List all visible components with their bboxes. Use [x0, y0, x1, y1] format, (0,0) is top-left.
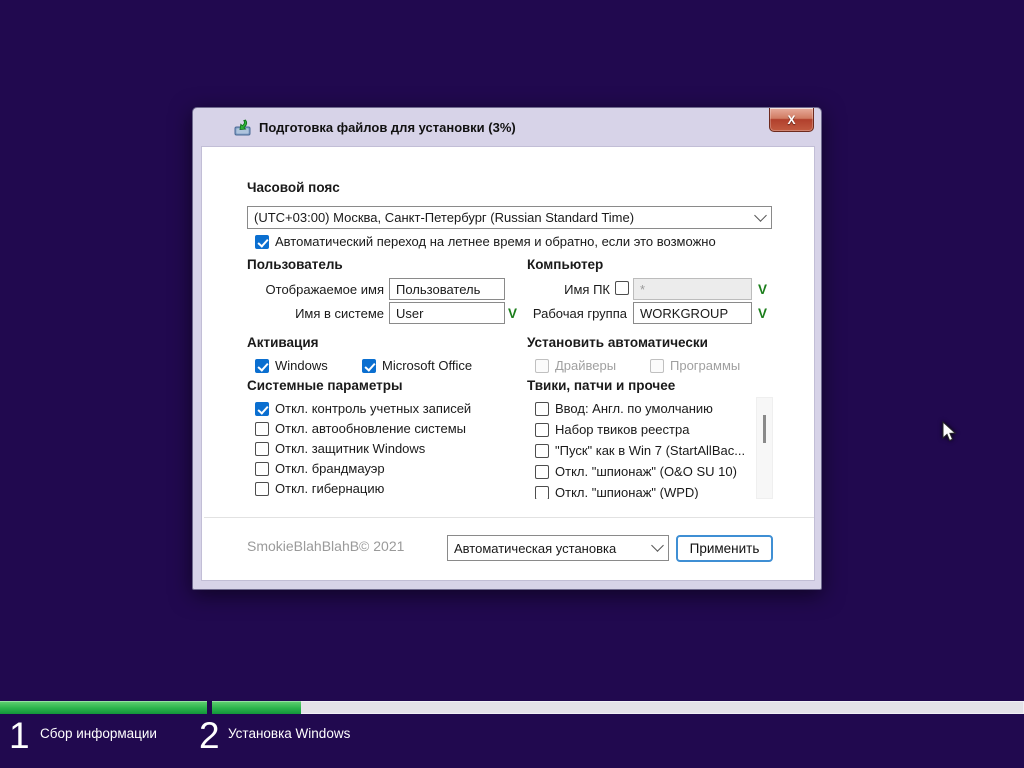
workgroup-valid-mark: V [758, 306, 767, 321]
pc-name-checkbox[interactable] [615, 281, 629, 295]
timezone-header: Часовой пояс [247, 180, 340, 195]
workgroup-label: Рабочая группа [502, 306, 627, 321]
tweak-oosu-row[interactable]: Откл. "шпионаж" (O&O SU 10) [535, 464, 737, 479]
auto-install-programs-row: Программы [650, 358, 740, 373]
footer-divider [204, 517, 814, 518]
sysparam-uac-checkbox[interactable] [255, 402, 269, 416]
step2-progress-track [212, 701, 1024, 714]
dialog-title: Подготовка файлов для установки (3%) [259, 120, 516, 135]
computer-header: Компьютер [527, 257, 603, 272]
auto-install-drivers-row: Драйверы [535, 358, 616, 373]
step2-progress-fill [212, 701, 301, 714]
pc-name-label: Имя ПК [502, 282, 610, 297]
user-header: Пользователь [247, 257, 343, 272]
install-arrow-icon [234, 119, 251, 136]
timezone-selected-value: (UTC+03:00) Москва, Санкт-Петербург (Rus… [254, 210, 634, 225]
tweak-startmenu-row[interactable]: "Пуск" как в Win 7 (StartAllBac... [535, 443, 745, 458]
tweaks-scrollbar[interactable] [756, 397, 773, 499]
tweak-input-lang-row[interactable]: Ввод: Англ. по умолчанию [535, 401, 713, 416]
tweaks-header: Твики, патчи и прочее [527, 378, 675, 393]
dst-label: Автоматический переход на летнее время и… [275, 234, 716, 249]
programs-checkbox [650, 359, 664, 373]
step1-label: Сбор информации [40, 726, 157, 741]
tweak-oosu-checkbox[interactable] [535, 465, 549, 479]
chevron-down-icon [651, 539, 664, 552]
tweak-input-lang-checkbox[interactable] [535, 402, 549, 416]
sysparam-update-checkbox[interactable] [255, 422, 269, 436]
dst-checkbox-row[interactable]: Автоматический переход на летнее время и… [255, 234, 716, 249]
mouse-cursor [941, 421, 959, 443]
tweak-registry-row[interactable]: Набор твиков реестра [535, 422, 689, 437]
display-name-input[interactable]: Пользователь [389, 278, 505, 300]
desktop: { "dialog": { "title": "Подготовка файло… [0, 0, 1024, 768]
activation-office-checkbox[interactable] [362, 359, 376, 373]
step2-number: 2 [199, 714, 220, 758]
display-name-label: Отображаемое имя [247, 282, 384, 297]
dialog-content: Часовой пояс (UTC+03:00) Москва, Санкт-П… [201, 146, 815, 581]
close-button[interactable]: X [769, 108, 814, 132]
tweak-startmenu-checkbox[interactable] [535, 444, 549, 458]
workgroup-input[interactable]: WORKGROUP [633, 302, 752, 324]
sysparam-defender-row[interactable]: Откл. защитник Windows [255, 441, 425, 456]
step1-progress-fill [0, 701, 207, 714]
close-icon: X [787, 113, 795, 127]
activation-header: Активация [247, 335, 319, 350]
step1-number: 1 [9, 714, 30, 758]
system-name-label: Имя в системе [247, 306, 384, 321]
step1-progress-bar [0, 701, 207, 714]
sysparam-defender-checkbox[interactable] [255, 442, 269, 456]
chevron-down-icon [754, 209, 767, 222]
copyright-text: SmokieBlahBlahB© 2021 [247, 533, 404, 559]
tweak-wpd-checkbox[interactable] [535, 486, 549, 500]
tweak-registry-checkbox[interactable] [535, 423, 549, 437]
drivers-checkbox [535, 359, 549, 373]
sysparam-uac-row[interactable]: Откл. контроль учетных записей [255, 401, 471, 416]
timezone-select[interactable]: (UTC+03:00) Москва, Санкт-Петербург (Rus… [247, 206, 772, 229]
system-params-header: Системные параметры [247, 378, 403, 393]
dst-checkbox[interactable] [255, 235, 269, 249]
sysparam-firewall-checkbox[interactable] [255, 462, 269, 476]
tweaks-scrollbar-thumb[interactable] [763, 415, 766, 443]
apply-button[interactable]: Применить [676, 535, 773, 562]
tweaks-list: Ввод: Англ. по умолчанию Набор твиков ре… [527, 399, 749, 499]
system-name-input[interactable]: User [389, 302, 505, 324]
dialog-titlebar[interactable]: Подготовка файлов для установки (3%) X [193, 108, 821, 146]
sysparam-firewall-row[interactable]: Откл. брандмауэр [255, 461, 385, 476]
activation-windows-row[interactable]: Windows [255, 358, 328, 373]
sysparam-update-row[interactable]: Откл. автообновление системы [255, 421, 466, 436]
auto-install-header: Установить автоматически [527, 335, 708, 350]
pc-name-valid-mark: V [758, 282, 767, 297]
install-mode-selected-value: Автоматическая установка [454, 541, 616, 556]
activation-windows-checkbox[interactable] [255, 359, 269, 373]
activation-office-row[interactable]: Microsoft Office [362, 358, 472, 373]
sysparam-hibernate-row[interactable]: Откл. гибернацию [255, 481, 384, 496]
step2-label: Установка Windows [228, 726, 350, 741]
sysparam-hibernate-checkbox[interactable] [255, 482, 269, 496]
install-mode-select[interactable]: Автоматическая установка [447, 535, 669, 561]
installer-dialog: Подготовка файлов для установки (3%) X Ч… [192, 107, 822, 590]
step2-progress-bar [212, 701, 1024, 714]
tweak-wpd-row[interactable]: Откл. "шпионаж" (WPD) [535, 485, 699, 499]
pc-name-input: * [633, 278, 752, 300]
